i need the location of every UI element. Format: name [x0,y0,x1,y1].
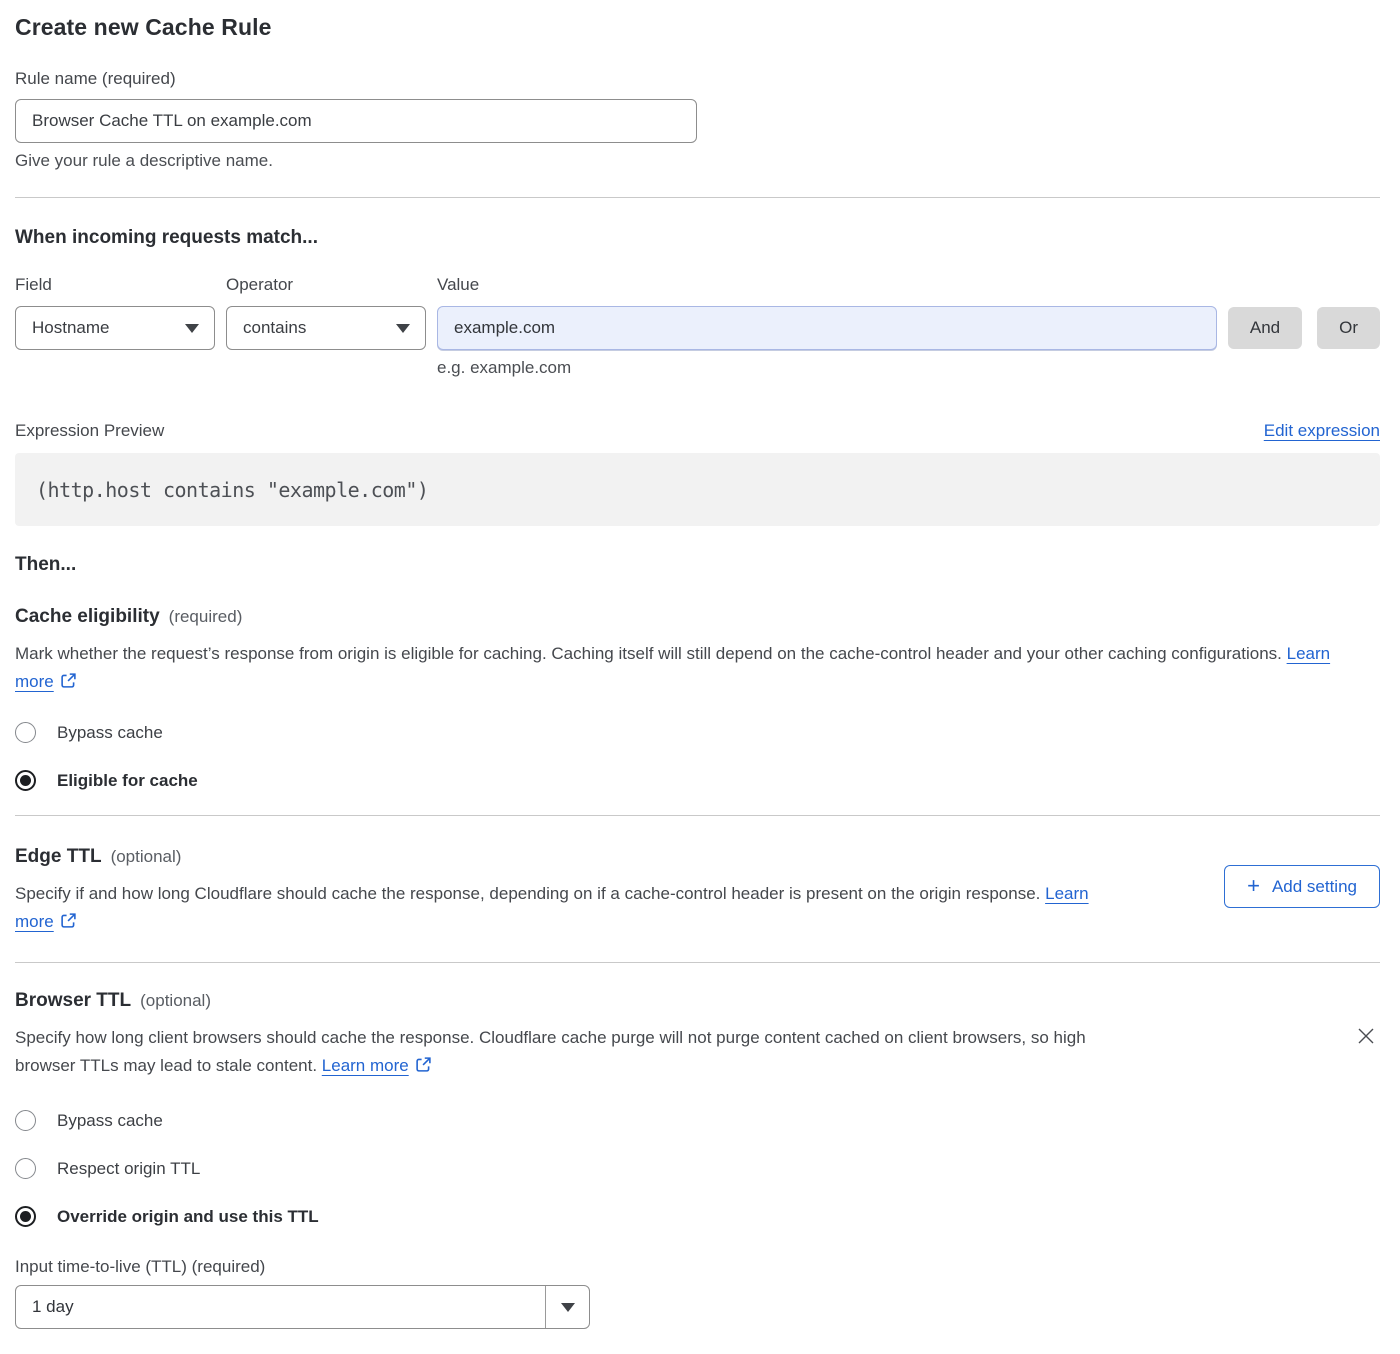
expression-preview-label: Expression Preview [15,421,164,441]
eligible-for-cache-radio[interactable]: Eligible for cache [15,770,1380,791]
radio-icon [15,722,36,743]
cache-eligibility-qualifier: (required) [169,607,243,627]
or-button[interactable]: Or [1317,307,1380,349]
chevron-down-icon [396,324,410,333]
edge-ttl-description: Specify if and how long Cloudflare shoul… [15,880,1115,938]
ttl-input-label: Input time-to-live (TTL) (required) [15,1257,1380,1277]
field-select-value: Hostname [32,318,109,338]
cache-eligibility-description: Mark whether the request’s response from… [15,640,1360,698]
browser-ttl-qualifier: (optional) [140,991,211,1011]
radio-icon [15,1110,36,1131]
value-help: e.g. example.com [437,358,1217,378]
ttl-select-arrow-button[interactable] [545,1286,589,1328]
edge-ttl-qualifier: (optional) [111,847,182,867]
field-label: Field [15,275,215,296]
add-setting-button[interactable]: + Add setting [1224,865,1380,908]
value-input[interactable] [437,306,1217,350]
match-heading: When incoming requests match... [15,227,1380,249]
external-link-icon [60,670,77,698]
rule-name-label: Rule name (required) [15,69,1380,89]
divider [15,197,1380,198]
operator-label: Operator [226,275,426,296]
operator-select-value: contains [243,318,306,338]
bypass-cache-radio[interactable]: Bypass cache [15,722,1380,743]
expression-preview-row: Expression Preview Edit expression [15,421,1380,441]
ttl-select[interactable]: 1 day [15,1285,590,1329]
operator-column: Operator contains [226,275,426,378]
field-column: Field Hostname [15,275,215,378]
divider [15,962,1380,963]
cache-eligibility-title: Cache eligibility [15,606,160,628]
edge-ttl-title: Edge TTL [15,846,102,868]
value-label: Value [437,275,1217,296]
edit-expression-link[interactable]: Edit expression [1264,421,1380,441]
respect-origin-ttl-radio[interactable]: Respect origin TTL [15,1158,1380,1179]
cache-eligibility-radio-group: Bypass cache Eligible for cache [15,722,1380,791]
expression-code: (http.host contains "example.com") [36,478,428,502]
chevron-down-icon [561,1303,575,1312]
browser-ttl-description: Specify how long client browsers should … [15,1024,1105,1082]
page-title: Create new Cache Rule [15,14,1380,41]
ttl-select-value: 1 day [16,1286,545,1328]
cache-eligibility-section: Cache eligibility (required) Mark whethe… [15,606,1380,791]
and-column: And [1228,275,1302,378]
create-cache-rule-form: Create new Cache Rule Rule name (require… [0,0,1400,1347]
radio-icon [15,770,36,791]
external-link-icon [415,1054,432,1082]
override-origin-ttl-radio[interactable]: Override origin and use this TTL [15,1206,1380,1227]
and-button[interactable]: And [1228,307,1302,349]
rule-name-input[interactable] [15,99,697,143]
browser-ttl-title: Browser TTL [15,990,131,1012]
value-column: Value e.g. example.com [437,275,1217,378]
radio-icon [15,1206,36,1227]
match-condition-row: Field Hostname Operator contains Value e… [15,275,1380,378]
expression-code-block: (http.host contains "example.com") [15,453,1380,526]
operator-select[interactable]: contains [226,306,426,350]
browser-ttl-section: Browser TTL (optional) Specify how long … [15,990,1380,1329]
browser-ttl-learn-more-link[interactable]: Learn more [322,1056,409,1075]
browser-ttl-radio-group: Bypass cache Respect origin TTL Override… [15,1110,1380,1227]
edge-ttl-section: Edge TTL (optional) Specify if and how l… [15,846,1380,938]
external-link-icon [60,910,77,938]
chevron-down-icon [185,324,199,333]
close-icon[interactable] [1354,1025,1378,1049]
radio-icon [15,1158,36,1179]
plus-icon: + [1247,875,1260,897]
divider [15,815,1380,816]
rule-name-help: Give your rule a descriptive name. [15,151,1380,171]
or-column: Or [1317,275,1380,378]
field-select[interactable]: Hostname [15,306,215,350]
browser-bypass-cache-radio[interactable]: Bypass cache [15,1110,1380,1131]
then-heading: Then... [15,554,1380,576]
